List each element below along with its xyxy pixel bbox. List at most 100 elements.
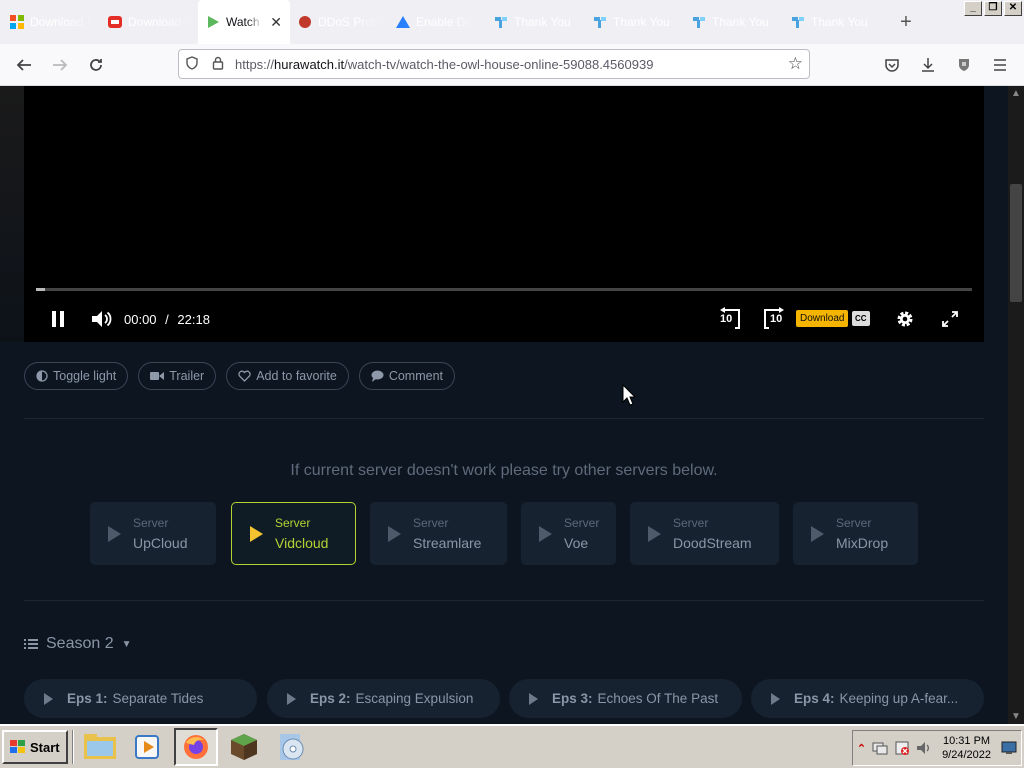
scroll-thumb[interactable] [1010, 184, 1022, 302]
episode-number: Eps 1: [67, 691, 108, 706]
close-window-button[interactable]: ✕ [1004, 1, 1022, 16]
server-mixdrop[interactable]: Server MixDrop [793, 502, 918, 565]
thankyou-site-icon [593, 15, 607, 29]
downloads-button[interactable] [910, 49, 946, 81]
scroll-down-icon[interactable]: ▼ [1011, 711, 1021, 722]
firefox-icon [183, 735, 208, 759]
tab-watch-active[interactable]: Watch T ✕ [198, 0, 290, 44]
tab-ddos-protection[interactable]: DDoS Prote [290, 0, 388, 44]
taskbar: Start ⌃ 10:31 PM 9/24/2022 [0, 724, 1024, 768]
gear-icon [897, 311, 913, 327]
tab-label: Thank You [613, 15, 670, 29]
volume-button[interactable] [90, 308, 114, 330]
settings-button[interactable] [894, 308, 916, 330]
disc-icon [279, 734, 304, 760]
divider [24, 600, 984, 601]
server-streamlare[interactable]: Server Streamlare [370, 502, 507, 565]
close-icon[interactable]: ✕ [270, 14, 282, 31]
rewind-10-button[interactable]: 10 [716, 306, 744, 332]
play-icon [108, 525, 121, 542]
episode-list: Eps 1: Separate Tides Eps 2: Escaping Ex… [24, 679, 984, 719]
speaker-icon[interactable] [916, 740, 932, 756]
show-desktop-icon[interactable] [1001, 741, 1017, 755]
progress-bar[interactable] [36, 288, 972, 291]
episode-number: Eps 3: [552, 691, 593, 706]
disc-burner-taskbar-button[interactable] [270, 728, 314, 766]
episode-item[interactable]: Eps 1: Separate Tides [24, 679, 257, 718]
episode-item[interactable]: Eps 2: Escaping Expulsion [267, 679, 500, 718]
server-caption: Server [413, 516, 449, 530]
toggle-light-label: Toggle light [53, 369, 117, 383]
back-button[interactable] [6, 49, 42, 81]
security-alert-icon[interactable] [894, 740, 910, 756]
firefox-taskbar-button[interactable] [173, 728, 218, 766]
trailer-button[interactable]: Trailer [138, 362, 217, 390]
address-bar[interactable]: https://hurawatch.it/watch-tv/watch-the-… [178, 49, 810, 79]
system-tray: ⌃ 10:31 PM 9/24/2022 [851, 730, 1022, 766]
page-scrollbar[interactable]: ▲ ▼ [1008, 86, 1024, 724]
time-separator: / [165, 312, 169, 327]
network-icon[interactable] [872, 740, 888, 756]
toggle-light-button[interactable]: Toggle light [24, 362, 129, 390]
folder-icon [83, 734, 116, 759]
server-name: Voe [564, 535, 589, 551]
chevron-down-icon: ▼ [121, 638, 132, 650]
server-name: UpCloud [133, 535, 188, 551]
server-caption: Server [836, 516, 872, 530]
tab-thank-you-1[interactable]: Thank You [486, 0, 585, 44]
download-button[interactable]: Download [796, 310, 849, 327]
pocket-button[interactable] [874, 49, 910, 81]
episode-title: Separate Tides [112, 691, 204, 706]
comment-button[interactable]: Comment [358, 362, 456, 390]
tab-label: Thank You [712, 15, 769, 29]
page-content: 00:00 / 22:18 10 10 Download CC Toggle l… [0, 86, 1008, 724]
minecraft-taskbar-button[interactable] [222, 728, 266, 766]
season-dropdown[interactable]: Season 2 ▼ [24, 635, 132, 653]
tracking-protection-icon[interactable] [179, 55, 205, 73]
tab-thank-you-4[interactable]: Thank You [783, 0, 882, 44]
menu-button[interactable] [982, 49, 1018, 81]
mouse-cursor-icon [622, 384, 636, 406]
tab-bar: Download M Download Y Watch T ✕ DDoS Pro… [0, 0, 1024, 44]
lock-icon[interactable] [205, 56, 231, 73]
server-vidcloud[interactable]: Server Vidcloud [231, 502, 356, 565]
pause-button[interactable] [48, 309, 68, 329]
video-camera-icon [150, 372, 165, 380]
tab-download-m[interactable]: Download M [2, 0, 100, 44]
episode-item[interactable]: Eps 4: Keeping up A-fear... [751, 679, 984, 718]
play-icon [529, 692, 538, 705]
extension-button[interactable] [946, 49, 982, 81]
tab-enable-dre[interactable]: Enable Dre [388, 0, 486, 44]
tab-thank-you-2[interactable]: Thank You [585, 0, 684, 44]
tab-download-y[interactable]: Download Y [100, 0, 198, 44]
player-controls: 00:00 / 22:18 10 10 Download CC [24, 304, 984, 334]
episode-item[interactable]: Eps 3: Echoes Of The Past [509, 679, 742, 718]
forward-button[interactable] [42, 49, 78, 81]
media-player-taskbar-button[interactable] [126, 728, 170, 766]
file-explorer-taskbar-button[interactable] [78, 728, 122, 766]
restore-button[interactable]: ❐ [984, 1, 1002, 16]
server-name: DoodStream [673, 535, 752, 551]
clock[interactable]: 10:31 PM 9/24/2022 [942, 734, 991, 762]
forward-10-button[interactable]: 10 [760, 306, 788, 332]
show-hidden-icons-icon[interactable]: ⌃ [857, 742, 866, 755]
server-doodstream[interactable]: Server DoodStream [630, 502, 779, 565]
add-to-favorite-label: Add to favorite [256, 369, 337, 383]
video-player[interactable]: 00:00 / 22:18 10 10 Download CC [24, 86, 984, 342]
server-caption: Server [275, 516, 311, 530]
season-label: Season 2 [46, 635, 114, 652]
server-upcloud[interactable]: Server UpCloud [90, 502, 216, 565]
reload-button[interactable] [78, 49, 114, 81]
add-to-favorite-button[interactable]: Add to favorite [226, 362, 349, 390]
server-voe[interactable]: Server Voe [521, 502, 616, 565]
new-tab-button[interactable]: + [890, 6, 922, 38]
bookmark-star-icon[interactable]: ☆ [788, 54, 803, 74]
fullscreen-button[interactable] [940, 309, 960, 329]
start-button[interactable]: Start [2, 730, 68, 764]
tab-thank-you-3[interactable]: Thank You [684, 0, 783, 44]
tab-label: DDoS Prote [318, 15, 380, 29]
captions-button[interactable]: CC [852, 311, 870, 326]
episode-title: Echoes Of The Past [597, 691, 719, 706]
minimize-button[interactable]: _ [964, 1, 982, 16]
scroll-up-icon[interactable]: ▲ [1011, 88, 1021, 99]
